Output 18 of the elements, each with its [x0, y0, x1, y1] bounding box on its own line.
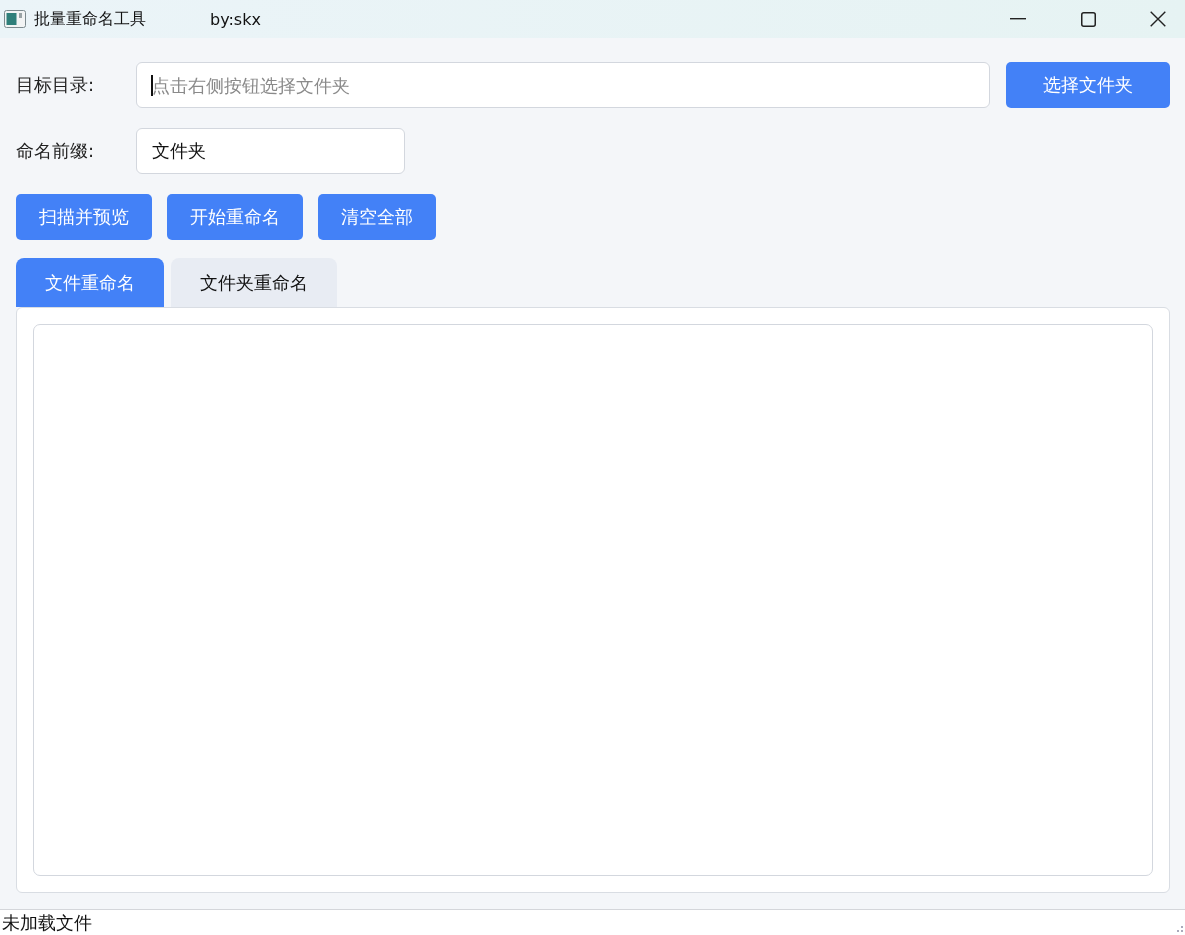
target-dir-label: 目标目录:	[16, 73, 96, 97]
select-folder-button[interactable]: 选择文件夹	[1006, 62, 1170, 108]
close-icon	[1150, 11, 1166, 27]
target-dir-field[interactable]: 点击右侧按钮选择文件夹	[136, 62, 990, 108]
prefix-field[interactable]: 文件夹	[136, 128, 405, 174]
tab[interactable]: 文件夹重命名	[171, 258, 337, 307]
window-title: 批量重命名工具	[34, 8, 146, 30]
maximize-icon	[1080, 11, 1096, 27]
minimize-icon	[1010, 18, 1026, 20]
author-label: by:skx	[210, 9, 261, 29]
size-grip-icon	[1177, 926, 1183, 932]
status-text: 未加载文件	[2, 910, 92, 935]
app-window-icon	[4, 10, 26, 28]
start-rename-button[interactable]: 开始重命名	[167, 194, 303, 240]
tab[interactable]: 文件重命名	[16, 258, 164, 307]
scan-preview-button[interactable]: 扫描并预览	[16, 194, 152, 240]
prefix-label: 命名前缀:	[16, 139, 96, 163]
clear-all-button[interactable]: 清空全部	[318, 194, 436, 240]
